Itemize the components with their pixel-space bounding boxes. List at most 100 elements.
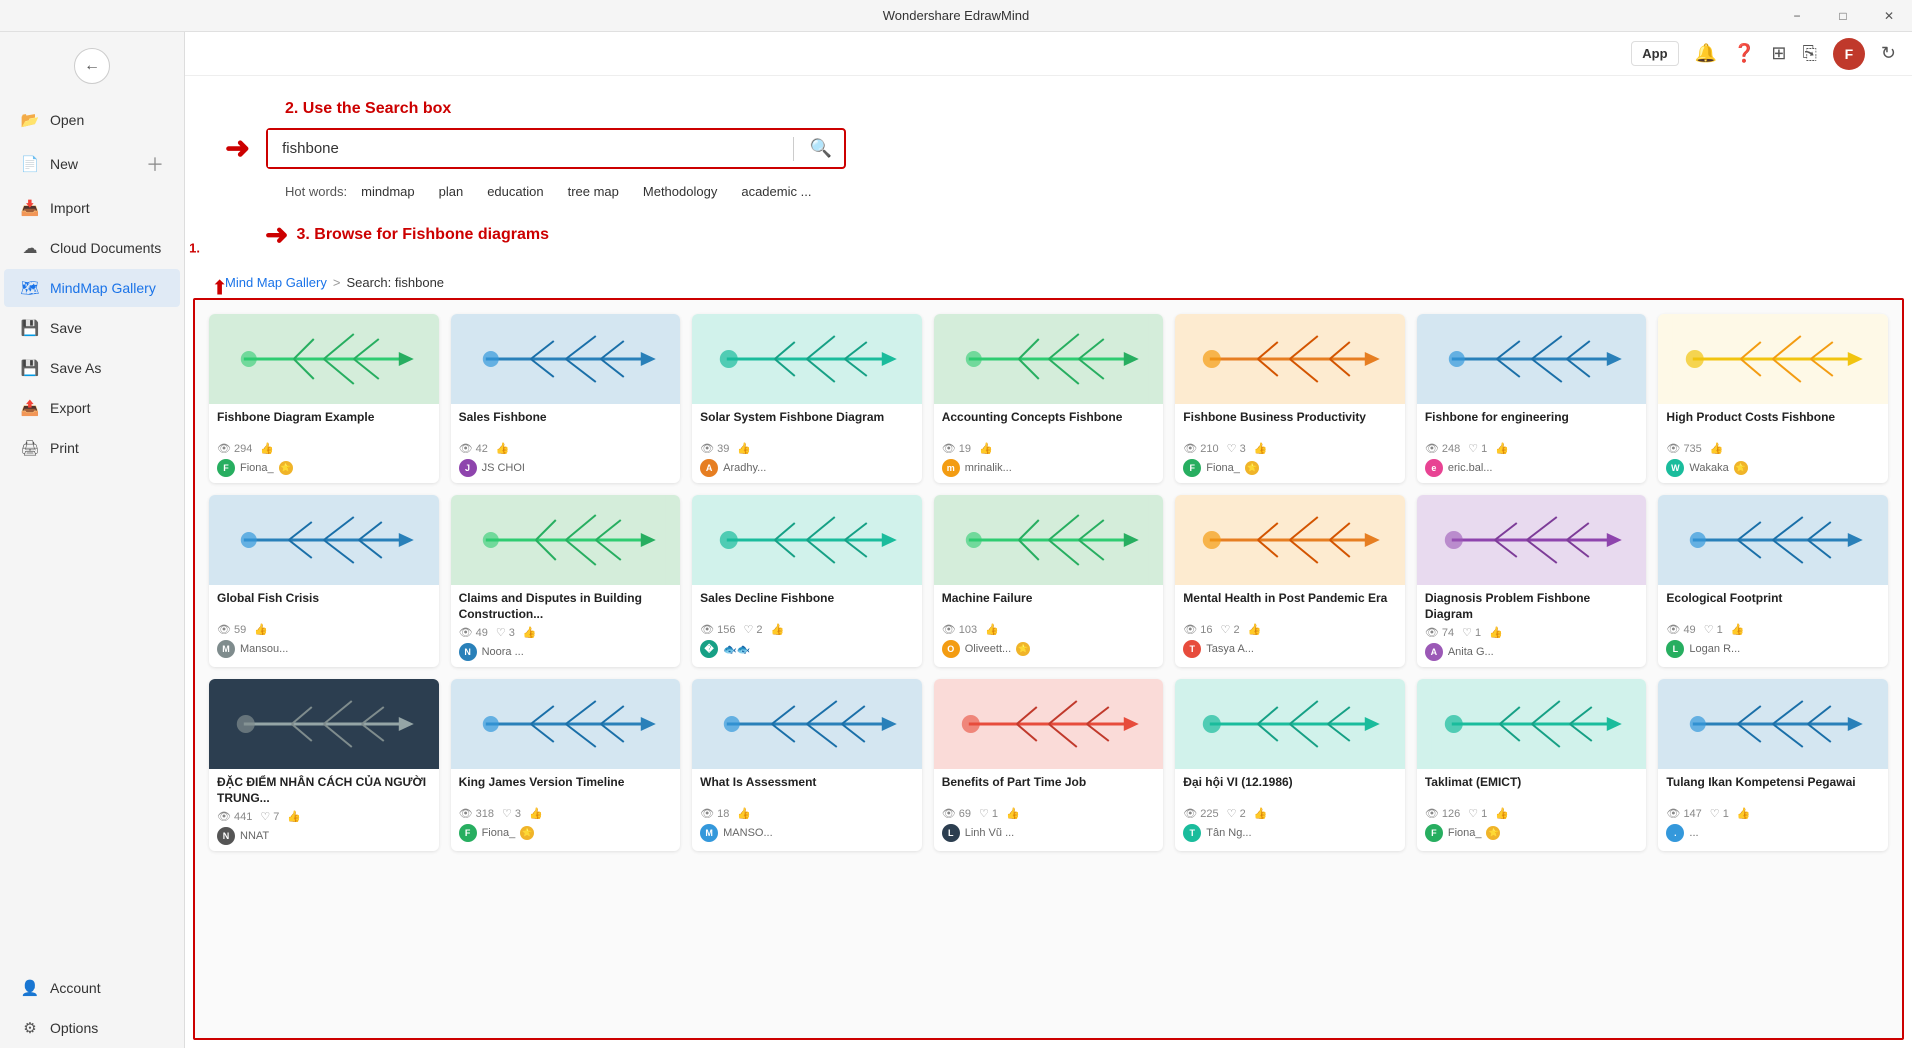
like-btn[interactable]: 👍: [529, 807, 543, 820]
hot-word-plan[interactable]: plan: [429, 181, 474, 202]
view-count: 👁 147: [1666, 807, 1701, 820]
card-stats: 👁 318♡ 3👍: [459, 807, 673, 820]
maximize-button[interactable]: □: [1820, 0, 1866, 32]
gallery-card[interactable]: Taklimat (EMICT) 👁 126♡ 1👍 F Fiona_ ⭐: [1417, 679, 1647, 851]
like-btn[interactable]: 👍: [1006, 807, 1020, 820]
card-author: W Wakaka ⭐: [1666, 459, 1880, 477]
mindmap-icon: 🗺: [20, 279, 40, 297]
hot-word-methodology[interactable]: Methodology: [633, 181, 727, 202]
bell-icon[interactable]: 🔔: [1695, 43, 1717, 64]
sidebar-item-open[interactable]: 📂 Open: [4, 101, 180, 139]
like-btn[interactable]: 👍: [496, 442, 510, 455]
gallery-card[interactable]: What Is Assessment 👁 18👍 M MANSO...: [692, 679, 922, 851]
card-info: Sales Fishbone 👁 42👍 J JS CHOI: [451, 404, 681, 483]
saveas-icon: 💾: [20, 359, 40, 377]
back-button[interactable]: ←: [74, 48, 110, 84]
search-button[interactable]: 🔍: [798, 130, 844, 167]
author-name: eric.bal...: [1448, 462, 1493, 474]
breadcrumb-separator: >: [333, 275, 341, 290]
gallery-card[interactable]: Solar System Fishbone Diagram 👁 39👍 A Ar…: [692, 314, 922, 483]
gallery-card[interactable]: Fishbone Business Productivity 👁 210♡ 3👍…: [1175, 314, 1405, 483]
print-icon: 🖨: [20, 439, 40, 457]
hot-word-treemap[interactable]: tree map: [558, 181, 629, 202]
like-btn[interactable]: 👍: [254, 623, 268, 636]
like-btn[interactable]: 👍: [1254, 807, 1268, 820]
card-thumbnail: [692, 314, 922, 404]
like-btn[interactable]: 👍: [737, 442, 751, 455]
card-thumbnail: [209, 314, 439, 404]
like-btn[interactable]: 👍: [979, 442, 993, 455]
minimize-button[interactable]: −: [1774, 0, 1820, 32]
gallery-card[interactable]: Tulang Ikan Kompetensi Pegawai 👁 147♡ 1👍…: [1658, 679, 1888, 851]
grid-icon[interactable]: ⊞: [1771, 43, 1786, 64]
hot-word-education[interactable]: education: [477, 181, 553, 202]
view-count: 👁 18: [700, 807, 729, 820]
gallery-card[interactable]: Sales Fishbone 👁 42👍 J JS CHOI: [451, 314, 681, 483]
like-btn[interactable]: 👍: [523, 626, 537, 639]
gold-badge: ⭐: [1016, 642, 1030, 656]
close-button[interactable]: ✕: [1866, 0, 1912, 32]
sidebar-item-cloud[interactable]: ☁ Cloud Documents 1.: [4, 229, 180, 267]
like-btn[interactable]: 👍: [1489, 626, 1503, 639]
hot-word-mindmap[interactable]: mindmap: [351, 181, 424, 202]
sidebar-item-new[interactable]: 📄 New ＋: [4, 141, 180, 187]
like-btn[interactable]: 👍: [1254, 442, 1268, 455]
like-btn[interactable]: 👍: [1731, 623, 1745, 636]
sidebar-item-import[interactable]: 📥 Import: [4, 189, 180, 227]
gallery-card[interactable]: Fishbone Diagram Example 👁 294👍 F Fiona_…: [209, 314, 439, 483]
gallery-card[interactable]: Accounting Concepts Fishbone 👁 19👍 m mri…: [934, 314, 1164, 483]
gallery-card[interactable]: Ecological Footprint 👁 49♡ 1👍 L Logan R.…: [1658, 495, 1888, 667]
card-author: F Fiona_ ⭐: [1183, 459, 1397, 477]
author-avatar: �: [700, 640, 718, 658]
card-title: Tulang Ikan Kompetensi Pegawai: [1666, 775, 1880, 803]
like-btn[interactable]: 👍: [1495, 807, 1509, 820]
gallery-card[interactable]: Global Fish Crisis 👁 59👍 M Mansou...: [209, 495, 439, 667]
gallery-card[interactable]: Benefits of Part Time Job 👁 69♡ 1👍 L Lin…: [934, 679, 1164, 851]
like-btn[interactable]: 👍: [1495, 442, 1509, 455]
heart-count: ♡ 1: [1468, 807, 1487, 820]
app-label[interactable]: App: [1631, 41, 1678, 66]
like-btn[interactable]: 👍: [1710, 442, 1724, 455]
sidebar-item-save[interactable]: 💾 Save: [4, 309, 180, 347]
sidebar-item-mindmap[interactable]: 🗺 MindMap Gallery ⬆: [4, 269, 180, 307]
gallery-card[interactable]: King James Version Timeline 👁 318♡ 3👍 F …: [451, 679, 681, 851]
sidebar-item-account[interactable]: 👤 Account: [4, 969, 180, 1007]
like-btn[interactable]: 👍: [1737, 807, 1751, 820]
card-thumbnail: [451, 314, 681, 404]
gallery-card[interactable]: Machine Failure 👁 103👍 O Oliveett... ⭐: [934, 495, 1164, 667]
gallery-card[interactable]: Diagnosis Problem Fishbone Diagram 👁 74♡…: [1417, 495, 1647, 667]
user-avatar[interactable]: F: [1833, 38, 1865, 70]
gallery-card[interactable]: Claims and Disputes in Building Construc…: [451, 495, 681, 667]
author-avatar: N: [459, 643, 477, 661]
gallery-card[interactable]: Sales Decline Fishbone 👁 156♡ 2👍 � 🐟🐟: [692, 495, 922, 667]
breadcrumb-gallery-link[interactable]: Mind Map Gallery: [225, 275, 327, 290]
gallery-grid: Fishbone Diagram Example 👁 294👍 F Fiona_…: [195, 300, 1902, 865]
hot-word-academic[interactable]: academic ...: [731, 181, 821, 202]
like-btn[interactable]: 👍: [985, 623, 999, 636]
author-name: Aradhy...: [723, 462, 766, 474]
plus-icon: ＋: [146, 151, 164, 177]
gallery-card[interactable]: Mental Health in Post Pandemic Era 👁 16♡…: [1175, 495, 1405, 667]
like-btn[interactable]: 👍: [1248, 623, 1262, 636]
arrow-2-icon: ➜: [225, 131, 250, 166]
gallery-card[interactable]: High Product Costs Fishbone 👁 735👍 W Wak…: [1658, 314, 1888, 483]
gallery-card[interactable]: Fishbone for engineering 👁 248♡ 1👍 e eri…: [1417, 314, 1647, 483]
search-input[interactable]: [268, 130, 789, 167]
author-avatar: T: [1183, 824, 1201, 842]
like-btn[interactable]: 👍: [260, 442, 274, 455]
sidebar: ← 📂 Open 📄 New ＋ 📥 Import ☁ Cloud Docume…: [0, 32, 185, 1048]
gallery-card[interactable]: Đại hội VI (12.1986) 👁 225♡ 2👍 T Tân Ng.…: [1175, 679, 1405, 851]
sidebar-item-options[interactable]: ⚙ Options: [4, 1009, 180, 1047]
like-btn[interactable]: 👍: [771, 623, 785, 636]
sidebar-item-export[interactable]: 📤 Export: [4, 389, 180, 427]
sidebar-item-print[interactable]: 🖨 Print: [4, 429, 180, 467]
settings-icon[interactable]: ⎘: [1803, 43, 1817, 64]
refresh-icon[interactable]: ↻: [1881, 43, 1896, 64]
heart-count: ♡ 1: [1468, 442, 1487, 455]
question-icon[interactable]: ❓: [1733, 43, 1755, 64]
gallery-card[interactable]: ĐẶC ĐIỂM NHÂN CÁCH CỦA NGƯỜI TRUNG... 👁 …: [209, 679, 439, 851]
card-title: King James Version Timeline: [459, 775, 673, 803]
like-btn[interactable]: 👍: [737, 807, 751, 820]
like-btn[interactable]: 👍: [287, 810, 301, 823]
sidebar-item-saveas[interactable]: 💾 Save As: [4, 349, 180, 387]
